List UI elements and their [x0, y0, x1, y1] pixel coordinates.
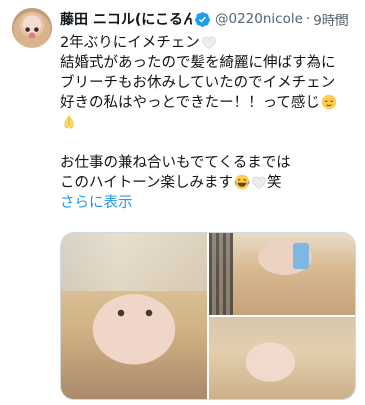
text-line-6: お仕事の兼ね合いもでてくるまでは: [60, 155, 291, 171]
tweet-card[interactable]: 藤田 ニコル(にこるん) @0220nicole · 9時間 ··· 2年ぶりに…: [0, 0, 365, 405]
text-line-1: 2年ぶりにイメチェン: [60, 33, 360, 53]
photo-column: [209, 233, 355, 399]
text-line-4: 好きの私はやっとできたー！！って感じ: [60, 93, 360, 113]
media-grid: [60, 232, 356, 400]
white-heart-icon: [252, 176, 266, 189]
text-line-7: このハイトーン楽しみます笑: [60, 174, 282, 191]
tweet-text: 2年ぶりにイメチェン 結婚式があったので髪を綺麗に伸ばす為に ブリーチもお休みし…: [60, 33, 360, 213]
photo-3[interactable]: [209, 317, 355, 399]
verified-badge-icon: [195, 11, 210, 27]
separator-dot: ·: [305, 11, 311, 27]
more-options-icon[interactable]: ···: [332, 9, 352, 29]
user-handle[interactable]: @0220nicole: [215, 11, 303, 27]
photo-1[interactable]: [61, 233, 207, 399]
relieved-face-icon: [321, 94, 337, 110]
avatar[interactable]: [12, 8, 52, 48]
show-more-link[interactable]: さらに表示: [60, 193, 360, 213]
display-name[interactable]: 藤田 ニコル(にこるん): [60, 9, 192, 29]
photo-2[interactable]: [209, 233, 355, 315]
tweet-header: 藤田 ニコル(にこるん) @0220nicole · 9時間: [60, 9, 360, 29]
text-line-3: ブリーチもお休みしていたのでイメチェン: [60, 75, 336, 91]
text-line-2: 結婚式があったので髪を綺麗に伸ばす為に: [60, 55, 336, 71]
text-line-5: [60, 113, 360, 133]
white-heart-icon: [201, 36, 216, 49]
laughing-face-icon: [234, 174, 250, 190]
folded-hands-icon: [64, 115, 74, 129]
